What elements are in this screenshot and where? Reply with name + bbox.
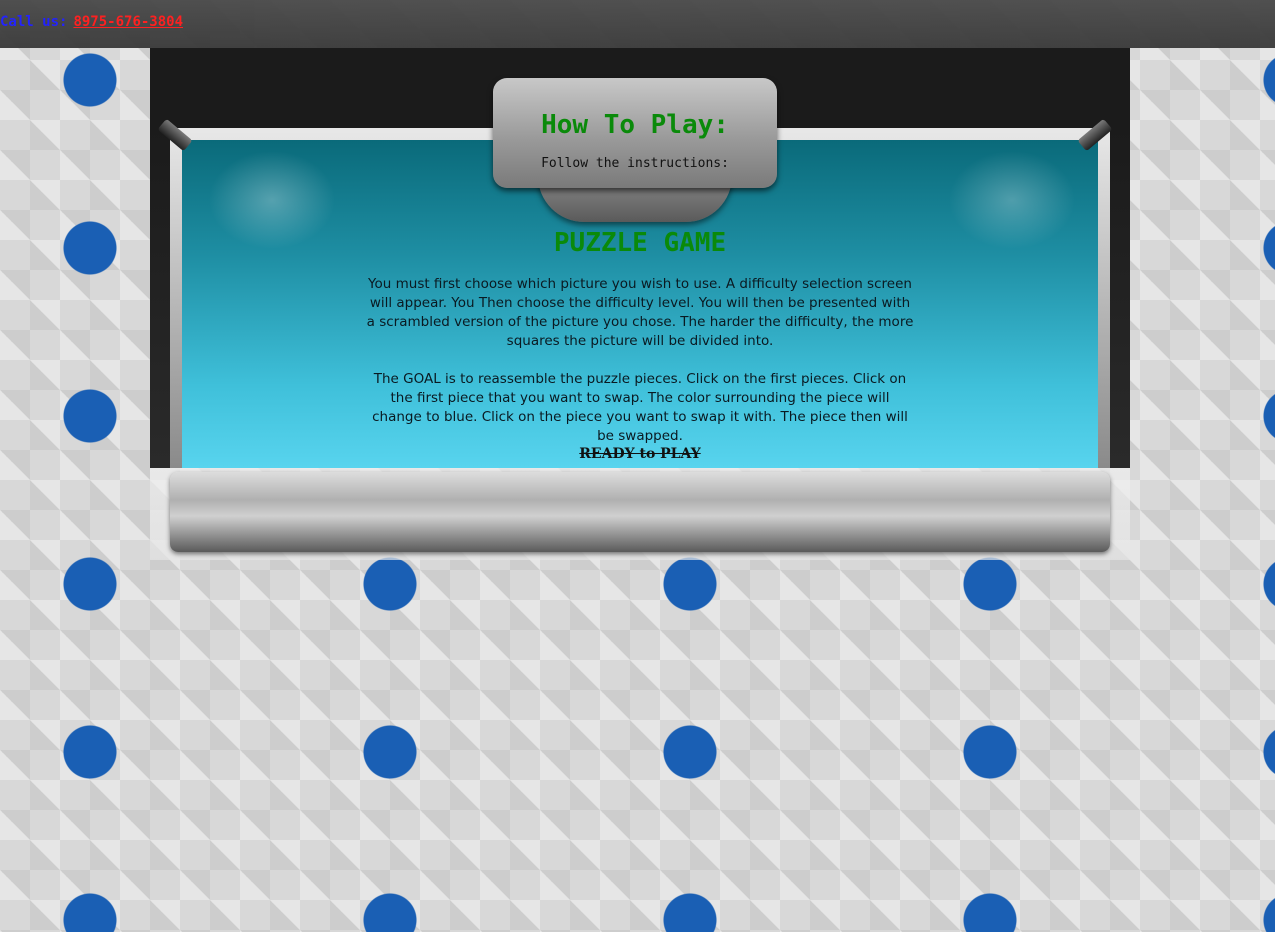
shelf bbox=[150, 468, 1130, 560]
call-us-label: Call us: bbox=[0, 14, 68, 30]
how-to-play-sign: How To Play: Follow the instructions: bbox=[493, 78, 777, 188]
ready-to-play-link[interactable]: READY to PLAY bbox=[150, 446, 1130, 462]
game-stage: How To Play: Follow the instructions: PU… bbox=[150, 48, 1130, 468]
metal-shelf-bar bbox=[170, 472, 1110, 552]
sign-subtitle: Follow the instructions: bbox=[541, 156, 729, 171]
top-bar: Call us: 8975-676-3804 bbox=[0, 0, 1275, 48]
instructions-paragraph-1: You must first choose which picture you … bbox=[366, 276, 914, 349]
sign-title: How To Play: bbox=[541, 110, 729, 140]
instructions-paragraph-2: The GOAL is to reassemble the puzzle pie… bbox=[372, 371, 908, 444]
phone-link[interactable]: 8975-676-3804 bbox=[73, 14, 183, 30]
game-title: PUZZLE GAME bbox=[553, 228, 727, 258]
call-us: Call us: 8975-676-3804 bbox=[0, 14, 183, 30]
